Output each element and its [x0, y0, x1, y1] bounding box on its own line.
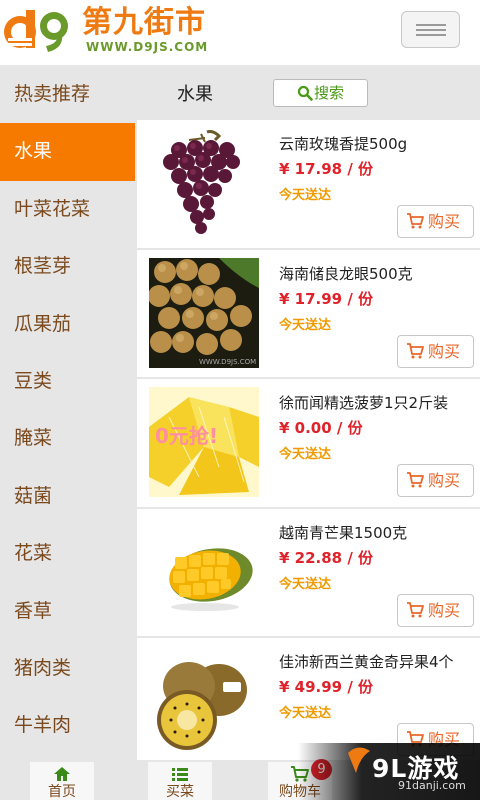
buy-label: 购买	[428, 600, 461, 620]
hamburger-icon	[416, 24, 446, 26]
sidebar-item-herbs[interactable]: 香草	[0, 583, 137, 640]
delivery-label: 今天送达	[279, 706, 332, 721]
product-name[interactable]: 佳沛新西兰黄金奇异果4个	[279, 651, 454, 672]
nav-label: 买菜	[166, 784, 194, 800]
brand-logo[interactable]: 第九街市 WWW.D9JS.COM	[0, 4, 230, 56]
product-price: ¥ 17.98 / 份	[279, 160, 374, 178]
sidebar-item-pork[interactable]: 猪肉类	[0, 640, 137, 697]
brand-name: 第九街市	[82, 5, 206, 40]
brand-url: WWW.D9JS.COM	[86, 40, 209, 54]
product-price: ¥ 22.88 / 份	[279, 548, 374, 567]
product-name[interactable]: 徐而闻精选菠萝1只2斤装	[279, 392, 448, 413]
product-item[interactable]: 0元抢! 徐而闻精选菠萝1只2斤装 ¥ 0.00 / 份 今天送达 购买	[137, 379, 480, 509]
logo-mark-icon	[4, 10, 68, 52]
image-caption: WWW.D9JS.COM	[199, 358, 256, 366]
product-item[interactable]: 越南青芒果1500克 ¥ 22.88 / 份 今天送达 购买	[137, 508, 480, 638]
product-panel: 水果 搜索 云南玫瑰香提500g ¥ 17.98 / 份 今天送达 购买 WWW…	[137, 66, 480, 760]
product-image-grapes[interactable]	[149, 128, 259, 238]
buy-label: 购买	[428, 212, 461, 231]
buy-button[interactable]: 购买	[397, 205, 474, 238]
menu-button[interactable]	[401, 11, 460, 48]
home-icon	[54, 767, 70, 781]
buy-button[interactable]: 购买	[397, 464, 474, 497]
buy-button[interactable]: 购买	[397, 334, 474, 368]
product-image-pineapple[interactable]: 0元抢!	[149, 387, 259, 497]
product-item[interactable]: WWW.D9JS.COM 海南储良龙眼500克 ¥ 17.99 / 份 今天送达…	[137, 249, 480, 379]
product-name[interactable]: 海南储良龙眼500克	[279, 263, 413, 284]
delivery-label: 今天送达	[279, 188, 332, 203]
product-image-longan[interactable]: WWW.D9JS.COM	[149, 257, 259, 368]
sidebar-item-mushrooms[interactable]: 菇菌	[0, 468, 137, 525]
sidebar-item-cauliflower[interactable]: 花菜	[0, 525, 137, 582]
sidebar-item-beef-lamb[interactable]: 牛羊肉	[0, 697, 137, 754]
cart-icon	[407, 213, 424, 229]
product-item[interactable]: 佳沛新西兰黄金奇异果4个 ¥ 49.99 / 份 今天送达 购买	[137, 638, 480, 760]
sidebar-item-fruit[interactable]: 水果	[0, 123, 135, 181]
delivery-label: 今天送达	[279, 317, 332, 333]
sidebar-item-gourds[interactable]: 瓜果茄	[0, 296, 137, 353]
product-price: ¥ 17.99 / 份	[279, 289, 374, 308]
cart-icon	[407, 601, 424, 617]
buy-button[interactable]: 购买	[397, 593, 474, 627]
delivery-label: 今天送达	[279, 447, 332, 462]
nav-label: 首页	[48, 784, 76, 800]
buy-label: 购买	[428, 341, 461, 361]
search-label: 搜索	[313, 84, 344, 102]
image-caption: 0元抢!	[155, 424, 218, 448]
nav-shop[interactable]: 买菜	[148, 762, 212, 800]
product-image-mango[interactable]	[149, 517, 259, 627]
search-icon	[297, 85, 313, 101]
search-button[interactable]: 搜索	[273, 79, 368, 107]
watermark-url: 91danji.com	[398, 779, 466, 792]
nav-home[interactable]: 首页	[30, 762, 94, 800]
cart-icon	[407, 472, 424, 488]
category-sidebar: 热卖推荐 水果 叶菜花菜 根茎芽 瓜果茄 豆类 腌菜 菇菌 花菜 香草 猪肉类 …	[0, 66, 137, 760]
product-price: ¥ 0.00 / 份	[279, 419, 363, 437]
sidebar-item-beans[interactable]: 豆类	[0, 353, 137, 410]
product-item[interactable]: 云南玫瑰香提500g ¥ 17.98 / 份 今天送达 购买	[137, 120, 480, 250]
panel-header: 水果 搜索	[137, 66, 480, 120]
list-icon	[172, 768, 188, 781]
product-name[interactable]: 云南玫瑰香提500g	[279, 133, 407, 154]
sidebar-item-leafy[interactable]: 叶菜花菜	[0, 181, 137, 238]
product-price: ¥ 49.99 / 份	[279, 678, 374, 696]
product-image-kiwi[interactable]	[149, 646, 259, 756]
app-header: 第九街市 WWW.D9JS.COM	[0, 0, 480, 66]
sidebar-item-hot[interactable]: 热卖推荐	[0, 66, 137, 123]
sidebar-item-pickles[interactable]: 腌菜	[0, 410, 137, 467]
cart-icon	[407, 342, 424, 358]
delivery-label: 今天送达	[279, 576, 332, 592]
product-name[interactable]: 越南青芒果1500克	[279, 522, 407, 543]
buy-label: 购买	[428, 471, 461, 490]
sidebar-item-roots[interactable]: 根茎芽	[0, 238, 137, 295]
page-title: 水果	[177, 84, 213, 105]
